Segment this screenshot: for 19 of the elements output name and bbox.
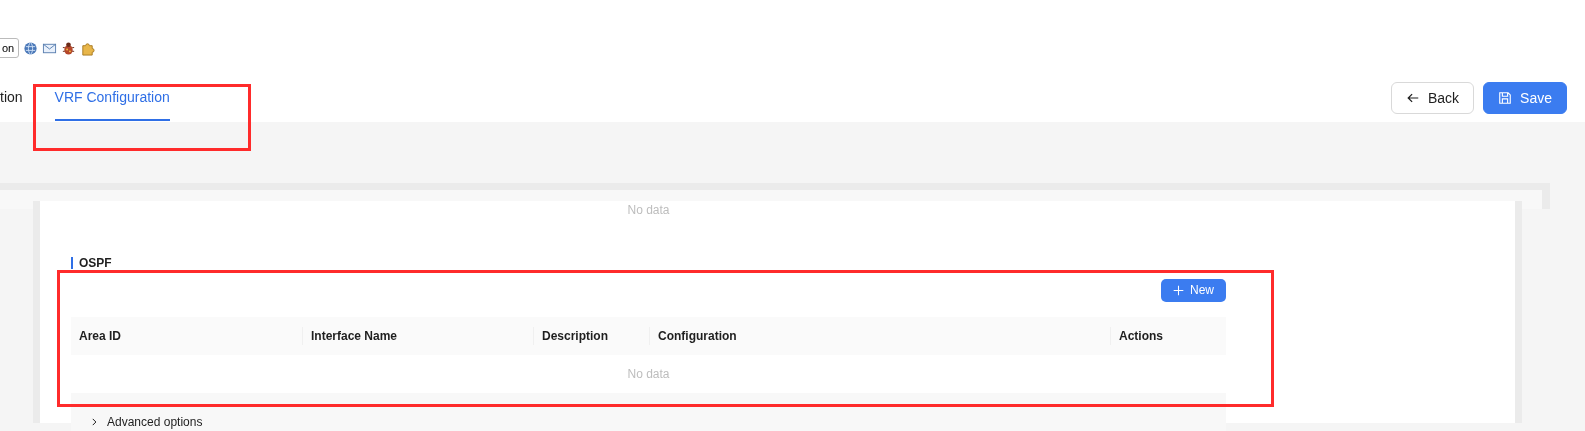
empty-text: No data	[627, 365, 670, 383]
empty-text: No data	[626, 202, 671, 219]
chevron-right-icon	[89, 416, 99, 427]
column-header: Description	[533, 326, 649, 345]
plus-icon	[1173, 284, 1184, 296]
column-header: Configuration	[649, 326, 1110, 345]
back-button[interactable]: Back	[1390, 82, 1475, 114]
globe-icon[interactable]	[23, 40, 39, 56]
section-title: OSPF	[71, 257, 112, 269]
advanced-options-header[interactable]: Advanced options	[71, 392, 1226, 431]
column-header: Actions	[1110, 326, 1226, 345]
save-button[interactable]: Save	[1483, 82, 1567, 114]
bug-icon[interactable]	[61, 40, 77, 56]
column-header: Interface Name	[302, 326, 533, 345]
new-button[interactable]: New	[1161, 278, 1226, 302]
column-header: Area ID	[78, 327, 123, 345]
arrow-left-icon	[1405, 91, 1420, 105]
tab[interactable]: tion	[0, 87, 23, 121]
toolbar-button[interactable]: on	[0, 38, 20, 58]
